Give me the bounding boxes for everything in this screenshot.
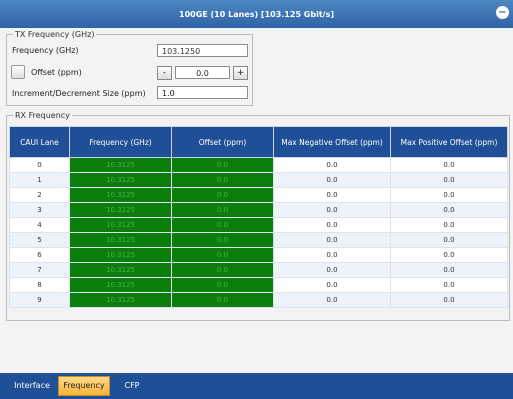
offset-checkbox[interactable] — [11, 65, 25, 79]
max-positive-offset-cell: 0.0 — [390, 172, 508, 188]
offset-cell: 0.0 — [171, 187, 274, 203]
max-negative-offset-cell: 0.0 — [273, 277, 391, 293]
frequency-cell: 10.3125 — [69, 187, 172, 203]
window-titlebar: 100GE (10 Lanes) [103.125 Gbit/s] − — [0, 0, 513, 28]
max-negative-offset-cell: 0.0 — [273, 202, 391, 218]
col-max-positive-offset[interactable]: Max Positive Offset (ppm) — [390, 126, 508, 158]
table-row[interactable]: 1 10.3125 0.0 0.0 0.0 — [9, 172, 508, 188]
window-title: 100GE (10 Lanes) [103.125 Gbit/s] — [179, 9, 334, 19]
lane-cell: 6 — [9, 247, 70, 263]
frequency-cell: 10.3125 — [69, 247, 172, 263]
tab-interface[interactable]: Interface — [8, 376, 56, 396]
frequency-cell: 10.3125 — [69, 292, 172, 308]
table-row[interactable]: 0 10.3125 0.0 0.0 0.0 — [9, 157, 508, 173]
table-row[interactable]: 7 10.3125 0.0 0.0 0.0 — [9, 262, 508, 278]
max-negative-offset-cell: 0.0 — [273, 262, 391, 278]
offset-cell: 0.0 — [171, 262, 274, 278]
offset-cell: 0.0 — [171, 277, 274, 293]
frequency-cell: 10.3125 — [69, 262, 172, 278]
table-row[interactable]: 2 10.3125 0.0 0.0 0.0 — [9, 187, 508, 203]
max-positive-offset-cell: 0.0 — [390, 232, 508, 248]
tab-cfp[interactable]: CFP — [114, 376, 150, 396]
frequency-cell: 10.3125 — [69, 217, 172, 233]
frequency-cell: 10.3125 — [69, 232, 172, 248]
max-positive-offset-cell: 0.0 — [390, 247, 508, 263]
table-row[interactable]: 8 10.3125 0.0 0.0 0.0 — [9, 277, 508, 293]
max-negative-offset-cell: 0.0 — [273, 157, 391, 173]
col-caui-lane[interactable]: CAUI Lane — [9, 126, 70, 158]
offset-cell: 0.0 — [171, 172, 274, 188]
lane-cell: 8 — [9, 277, 70, 293]
frequency-cell: 10.3125 — [69, 157, 172, 173]
max-positive-offset-cell: 0.0 — [390, 277, 508, 293]
col-offset[interactable]: Offset (ppm) — [171, 126, 274, 158]
max-negative-offset-cell: 0.0 — [273, 292, 391, 308]
table-header-row: CAUI Lane Frequency (GHz) Offset (ppm) M… — [9, 126, 508, 158]
lane-cell: 3 — [9, 202, 70, 218]
minimize-icon[interactable]: − — [496, 6, 509, 19]
decrement-button[interactable]: - — [157, 66, 172, 80]
offset-field[interactable]: 0.0 — [175, 66, 230, 79]
increment-size-field[interactable]: 1.0 — [157, 86, 248, 99]
table-row[interactable]: 6 10.3125 0.0 0.0 0.0 — [9, 247, 508, 263]
lane-cell: 5 — [9, 232, 70, 248]
table-row[interactable]: 9 10.3125 0.0 0.0 0.0 — [9, 292, 508, 308]
frequency-cell: 10.3125 — [69, 277, 172, 293]
lane-cell: 1 — [9, 172, 70, 188]
tx-frequency-field[interactable]: 103.1250 — [157, 44, 248, 57]
lane-cell: 9 — [9, 292, 70, 308]
table-row[interactable]: 4 10.3125 0.0 0.0 0.0 — [9, 217, 508, 233]
rx-frequency-legend: RX Frequency — [15, 111, 70, 120]
max-negative-offset-cell: 0.0 — [273, 172, 391, 188]
increment-size-label: Increment/Decrement Size (ppm) — [12, 89, 146, 98]
max-positive-offset-cell: 0.0 — [390, 187, 508, 203]
col-frequency[interactable]: Frequency (GHz) — [69, 126, 172, 158]
lane-cell: 0 — [9, 157, 70, 173]
offset-label: Offset (ppm) — [31, 68, 82, 77]
offset-cell: 0.0 — [171, 157, 274, 173]
tx-frequency-legend: TX Frequency (GHz) — [15, 30, 95, 39]
offset-cell: 0.0 — [171, 292, 274, 308]
frequency-cell: 10.3125 — [69, 172, 172, 188]
max-positive-offset-cell: 0.0 — [390, 202, 508, 218]
lane-cell: 2 — [9, 187, 70, 203]
table-row[interactable]: 3 10.3125 0.0 0.0 0.0 — [9, 202, 508, 218]
max-positive-offset-cell: 0.0 — [390, 217, 508, 233]
lane-cell: 4 — [9, 217, 70, 233]
col-max-negative-offset[interactable]: Max Negative Offset (ppm) — [273, 126, 391, 158]
frequency-label: Frequency (GHz) — [12, 46, 79, 55]
table-row[interactable]: 5 10.3125 0.0 0.0 0.0 — [9, 232, 508, 248]
max-negative-offset-cell: 0.0 — [273, 247, 391, 263]
offset-cell: 0.0 — [171, 217, 274, 233]
max-positive-offset-cell: 0.0 — [390, 157, 508, 173]
offset-cell: 0.0 — [171, 232, 274, 248]
table-body: 0 10.3125 0.0 0.0 0.0 1 10.3125 0.0 0.0 0.0 2 10.31… — [9, 157, 508, 308]
tab-frequency[interactable]: Frequency — [58, 376, 110, 396]
increment-button[interactable]: + — [233, 66, 248, 80]
max-positive-offset-cell: 0.0 — [390, 292, 508, 308]
frequency-cell: 10.3125 — [69, 202, 172, 218]
max-negative-offset-cell: 0.0 — [273, 217, 391, 233]
lane-cell: 7 — [9, 262, 70, 278]
max-negative-offset-cell: 0.0 — [273, 187, 391, 203]
max-positive-offset-cell: 0.0 — [390, 262, 508, 278]
offset-cell: 0.0 — [171, 202, 274, 218]
rx-frequency-table: CAUI Lane Frequency (GHz) Offset (ppm) M… — [9, 126, 508, 308]
max-negative-offset-cell: 0.0 — [273, 232, 391, 248]
offset-cell: 0.0 — [171, 247, 274, 263]
